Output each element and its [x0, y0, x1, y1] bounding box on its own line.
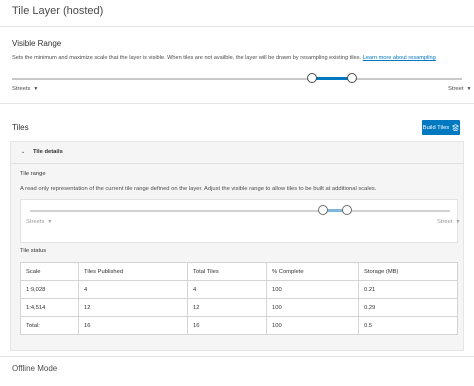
- table-cell: 100: [266, 316, 359, 335]
- tile-range-max-scale: Street ▼: [437, 219, 460, 225]
- table-row: 1:9,028 4 4 100 0.21: [20, 280, 458, 299]
- column-header: Scale: [20, 262, 79, 281]
- caret-down-icon: ▼: [47, 219, 53, 225]
- build-tiles-button[interactable]: Build Tiles: [422, 120, 460, 135]
- tile-details-heading: Tile details: [33, 149, 63, 155]
- learn-more-link[interactable]: Learn more about resampling: [363, 55, 436, 61]
- divider: [0, 26, 474, 27]
- tile-range-min-scale: Streets ▼: [26, 219, 52, 225]
- table-cell: 4: [187, 280, 267, 299]
- table-cell: 4: [78, 280, 188, 299]
- min-scale-value: Streets: [12, 86, 31, 92]
- tiles-heading: Tiles: [12, 123, 29, 132]
- divider: [0, 356, 474, 357]
- tile-range-max-scale-value: Street: [437, 219, 453, 225]
- column-header: Storage (MB): [358, 262, 458, 281]
- visible-range-slider-track: [12, 78, 462, 80]
- visible-range-max-handle[interactable]: [347, 73, 357, 83]
- table-cell: 1:9,028: [20, 280, 79, 299]
- visible-range-description: Sets the minimum and maximize scale that…: [12, 53, 466, 63]
- visible-range-slider-fill: [312, 77, 352, 80]
- visible-range-min-handle[interactable]: [307, 73, 317, 83]
- table-cell: 0.21: [358, 280, 458, 299]
- visible-range-heading: Visible Range: [12, 39, 62, 48]
- table-cell: 100: [266, 298, 359, 317]
- visible-range-description-text: Sets the minimum and maximize scale that…: [12, 55, 362, 61]
- visible-range-max-scale-select[interactable]: Street ▼: [448, 86, 471, 92]
- table-cell: 0.29: [358, 298, 458, 317]
- tile-range-slider-track: [30, 210, 450, 212]
- column-header: % Complete: [266, 262, 359, 281]
- offline-mode-heading: Offline Mode: [12, 364, 58, 373]
- tile-details-header[interactable]: [10, 141, 464, 164]
- column-header: Total Tiles: [187, 262, 267, 281]
- table-cell: 16: [78, 316, 188, 335]
- table-cell: 100: [266, 280, 359, 299]
- chevron-down-icon[interactable]: ⌄: [21, 149, 25, 155]
- caret-down-icon: ▼: [33, 86, 39, 92]
- tile-range-max-handle: [342, 205, 352, 215]
- page-title: Tile Layer (hosted): [12, 5, 104, 17]
- table-cell: 12: [78, 298, 188, 317]
- table-cell: 16: [187, 316, 267, 335]
- tile-range-description: A read only representation of the curren…: [20, 186, 377, 192]
- caret-down-icon: ▼: [455, 219, 461, 225]
- table-row: 1:4,514 12 12 100 0.29: [20, 298, 458, 317]
- layers-icon: [452, 124, 460, 131]
- tile-range-min-handle: [318, 205, 328, 215]
- table-cell: Total:: [20, 316, 79, 335]
- column-header: Tiles Published: [78, 262, 188, 281]
- table-cell: 0.5: [358, 316, 458, 335]
- tile-range-label: Tile range: [20, 171, 46, 177]
- caret-down-icon: ▼: [466, 86, 472, 92]
- table-row: Total: 16 16 100 0.5: [20, 316, 458, 335]
- table-cell: 1:4,514: [20, 298, 79, 317]
- tile-status-label: Tile status: [20, 248, 47, 254]
- build-tiles-label: Build Tiles: [422, 124, 450, 131]
- visible-range-min-scale-select[interactable]: Streets ▼: [12, 86, 38, 92]
- tile-status-table: Scale Tiles Published Total Tiles % Comp…: [20, 262, 458, 335]
- table-cell: 12: [187, 298, 267, 317]
- tile-range-readonly-slider: [20, 199, 458, 243]
- tile-range-min-scale-value: Streets: [26, 219, 45, 225]
- max-scale-value: Street: [448, 86, 464, 92]
- divider: [0, 103, 474, 104]
- table-header-row: Scale Tiles Published Total Tiles % Comp…: [20, 262, 458, 281]
